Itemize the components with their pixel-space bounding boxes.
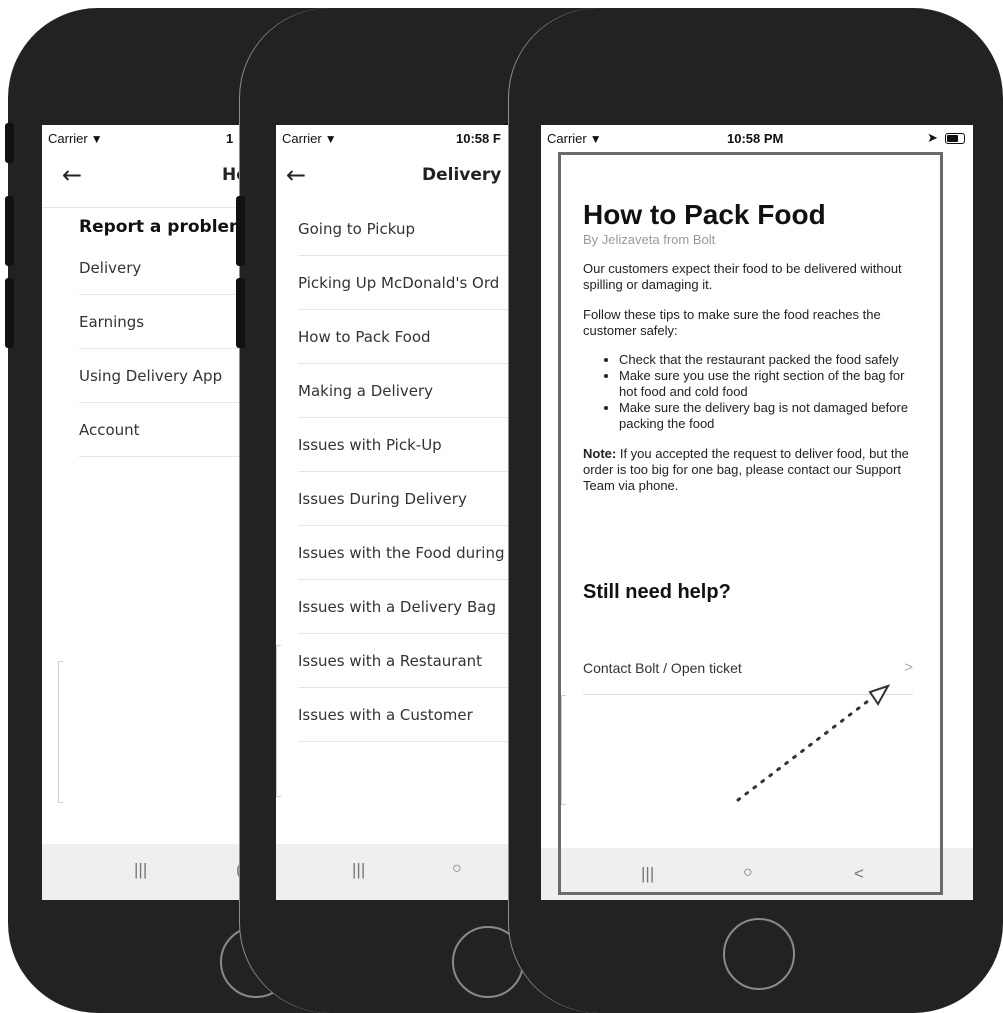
- arrowhead-icon: [868, 684, 891, 706]
- annotation-arrow: [736, 684, 891, 802]
- dotted-line: [736, 696, 874, 802]
